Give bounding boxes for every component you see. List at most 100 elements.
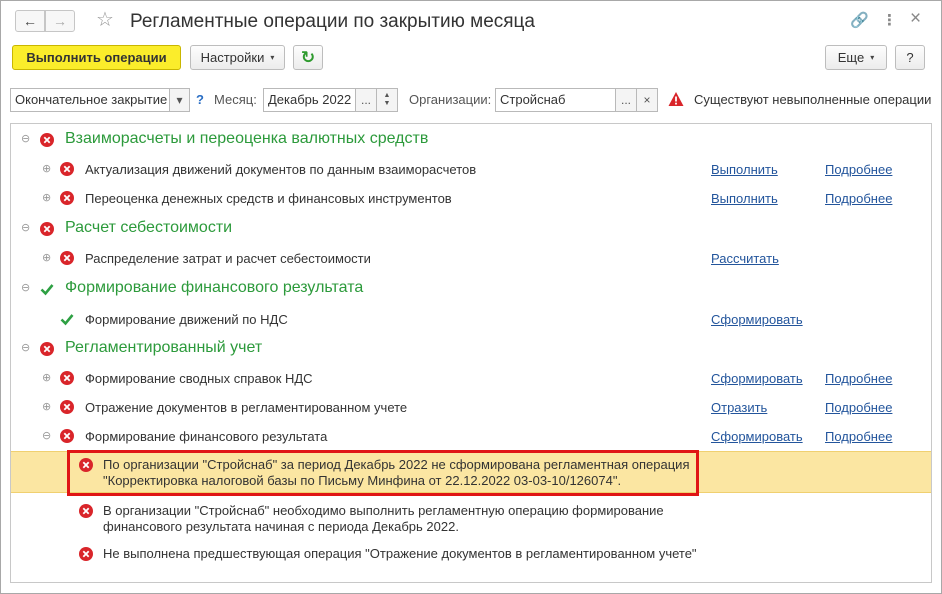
more-label: Еще bbox=[837, 50, 865, 65]
group-label: Регламентированный учет bbox=[65, 339, 263, 356]
error-status-icon bbox=[60, 251, 74, 265]
chevron-down-icon: ▾ bbox=[176, 93, 183, 107]
chevron-down-icon: ▾ bbox=[870, 53, 875, 62]
arrow-left-icon: ← bbox=[23, 13, 37, 29]
operation-row[interactable]: ⊕ Отражение документов в регламентирован… bbox=[11, 396, 931, 418]
group-row[interactable]: ⊖ Регламентированный учет bbox=[11, 337, 931, 361]
group-label: Расчет себестоимости bbox=[65, 219, 233, 236]
collapse-icon[interactable]: ⊖ bbox=[42, 429, 51, 442]
error-message: В организации "Стройснаб" необходимо вып… bbox=[11, 502, 931, 536]
error-status-icon bbox=[60, 162, 74, 176]
operation-row[interactable]: Формирование движений по НДС Сформироват… bbox=[11, 308, 931, 330]
error-status-icon bbox=[40, 222, 54, 236]
collapse-icon[interactable]: ⊖ bbox=[21, 132, 30, 145]
generate-link[interactable]: Сформировать bbox=[711, 371, 803, 386]
operation-label: Формирование движений по НДС bbox=[85, 312, 288, 327]
organization-clear-button[interactable]: × bbox=[636, 88, 658, 112]
expand-icon[interactable]: ⊕ bbox=[42, 400, 51, 413]
calculate-link[interactable]: Рассчитать bbox=[711, 251, 779, 266]
more-vert-icon[interactable]: ⋮ bbox=[882, 11, 897, 31]
help-icon[interactable]: ? bbox=[196, 92, 204, 107]
error-status-icon bbox=[40, 133, 54, 147]
collapse-icon[interactable]: ⊖ bbox=[21, 341, 30, 354]
error-status-icon bbox=[60, 191, 74, 205]
chevron-down-icon: ▾ bbox=[270, 53, 275, 62]
month-label: Месяц: bbox=[214, 92, 257, 107]
operation-row[interactable]: ⊕ Распределение затрат и расчет себестои… bbox=[11, 247, 931, 269]
details-link[interactable]: Подробнее bbox=[825, 162, 892, 177]
operation-row[interactable]: ⊕ Формирование сводных справок НДС Сформ… bbox=[11, 367, 931, 389]
collapse-icon[interactable]: ⊖ bbox=[21, 221, 30, 234]
error-status-icon bbox=[79, 547, 93, 561]
details-link[interactable]: Подробнее bbox=[825, 400, 892, 415]
ellipsis-icon: ... bbox=[360, 93, 371, 107]
page-title: Регламентные операции по закрытию месяца bbox=[130, 11, 535, 32]
refresh-button[interactable]: ↻ bbox=[293, 45, 323, 70]
closing-mode-dropdown[interactable]: ▾ bbox=[169, 88, 190, 112]
details-link[interactable]: Подробнее bbox=[825, 429, 892, 444]
clear-icon: × bbox=[643, 93, 651, 107]
operation-row[interactable]: ⊖ Формирование финансового результата Сф… bbox=[11, 425, 931, 447]
help-label: ? bbox=[906, 50, 914, 65]
operation-label: Переоценка денежных средств и финансовых… bbox=[85, 191, 452, 206]
warning-icon bbox=[668, 92, 684, 106]
expand-icon[interactable]: ⊕ bbox=[42, 162, 51, 175]
organizations-label: Организации: bbox=[409, 92, 492, 107]
error-status-icon bbox=[60, 371, 74, 385]
group-row[interactable]: ⊖ Расчет себестоимости bbox=[11, 217, 931, 241]
details-link[interactable]: Подробнее bbox=[825, 191, 892, 206]
expand-icon[interactable]: ⊕ bbox=[42, 371, 51, 384]
check-status-icon bbox=[40, 284, 54, 296]
ellipsis-icon: ... bbox=[620, 93, 631, 107]
operation-label: Актуализация движений документов по данн… bbox=[85, 162, 477, 177]
expand-icon[interactable]: ⊕ bbox=[42, 251, 51, 264]
generate-link[interactable]: Сформировать bbox=[711, 429, 803, 444]
error-status-icon bbox=[60, 400, 74, 414]
error-message: Не выполнена предшествующая операция "От… bbox=[11, 545, 931, 565]
run-operations-label: Выполнить операции bbox=[26, 50, 167, 65]
close-icon[interactable]: × bbox=[910, 9, 921, 29]
error-status-icon bbox=[60, 429, 74, 443]
operation-label: Формирование сводных справок НДС bbox=[85, 371, 313, 386]
message-line: По организации "Стройснаб" за период Дек… bbox=[103, 457, 690, 472]
organization-field[interactable]: Стройснаб bbox=[495, 88, 616, 112]
month-stepper[interactable]: ▲ ▼ bbox=[376, 88, 398, 112]
chevron-up-icon: ▲ bbox=[383, 92, 391, 99]
message-line: Не выполнена предшествующая операция "От… bbox=[103, 546, 697, 561]
error-status-icon bbox=[79, 458, 93, 472]
generate-link[interactable]: Сформировать bbox=[711, 312, 803, 327]
group-row[interactable]: ⊖ Формирование финансового результата bbox=[11, 277, 931, 301]
operation-label: Отражение документов в регламентированно… bbox=[85, 400, 408, 415]
operation-row[interactable]: ⊕ Переоценка денежных средств и финансов… bbox=[11, 187, 931, 209]
operation-label: Распределение затрат и расчет себестоимо… bbox=[85, 251, 371, 266]
help-button[interactable]: ? bbox=[895, 45, 925, 70]
reflect-link[interactable]: Отразить bbox=[711, 400, 767, 415]
arrow-right-icon: → bbox=[53, 13, 67, 29]
month-select-button[interactable]: ... bbox=[355, 88, 377, 112]
error-message: По организации "Стройснаб" за период Дек… bbox=[11, 456, 931, 490]
back-button[interactable]: ← bbox=[15, 10, 45, 32]
error-status-icon bbox=[79, 504, 93, 518]
operations-list: ⊖ Взаиморасчеты и переоценка валютных ср… bbox=[10, 123, 932, 583]
forward-button[interactable]: → bbox=[45, 10, 75, 32]
organization-select-button[interactable]: ... bbox=[615, 88, 637, 112]
closing-mode-select[interactable]: Окончательное закрытие bbox=[10, 88, 170, 112]
operation-label: Формирование финансового результата bbox=[85, 429, 328, 444]
chevron-down-icon: ▼ bbox=[383, 100, 391, 107]
run-operations-button[interactable]: Выполнить операции bbox=[12, 45, 181, 70]
run-link[interactable]: Выполнить bbox=[711, 162, 778, 177]
group-row[interactable]: ⊖ Взаиморасчеты и переоценка валютных ср… bbox=[11, 128, 931, 152]
run-link[interactable]: Выполнить bbox=[711, 191, 778, 206]
details-link[interactable]: Подробнее bbox=[825, 371, 892, 386]
more-button[interactable]: Еще ▾ bbox=[825, 45, 887, 70]
warning-message: Существуют невыполненные операции bbox=[694, 92, 932, 107]
month-field[interactable]: Декабрь 2022 bbox=[263, 88, 356, 112]
collapse-icon[interactable]: ⊖ bbox=[21, 281, 30, 294]
group-label: Формирование финансового результата bbox=[65, 279, 364, 296]
operation-row[interactable]: ⊕ Актуализация движений документов по да… bbox=[11, 158, 931, 180]
settings-button[interactable]: Настройки ▾ bbox=[190, 45, 285, 70]
message-line: финансового результата начиная с периода… bbox=[103, 519, 459, 534]
expand-icon[interactable]: ⊕ bbox=[42, 191, 51, 204]
favorite-star-icon[interactable]: ☆ bbox=[96, 9, 114, 31]
link-icon[interactable]: 🔗 bbox=[850, 11, 869, 31]
